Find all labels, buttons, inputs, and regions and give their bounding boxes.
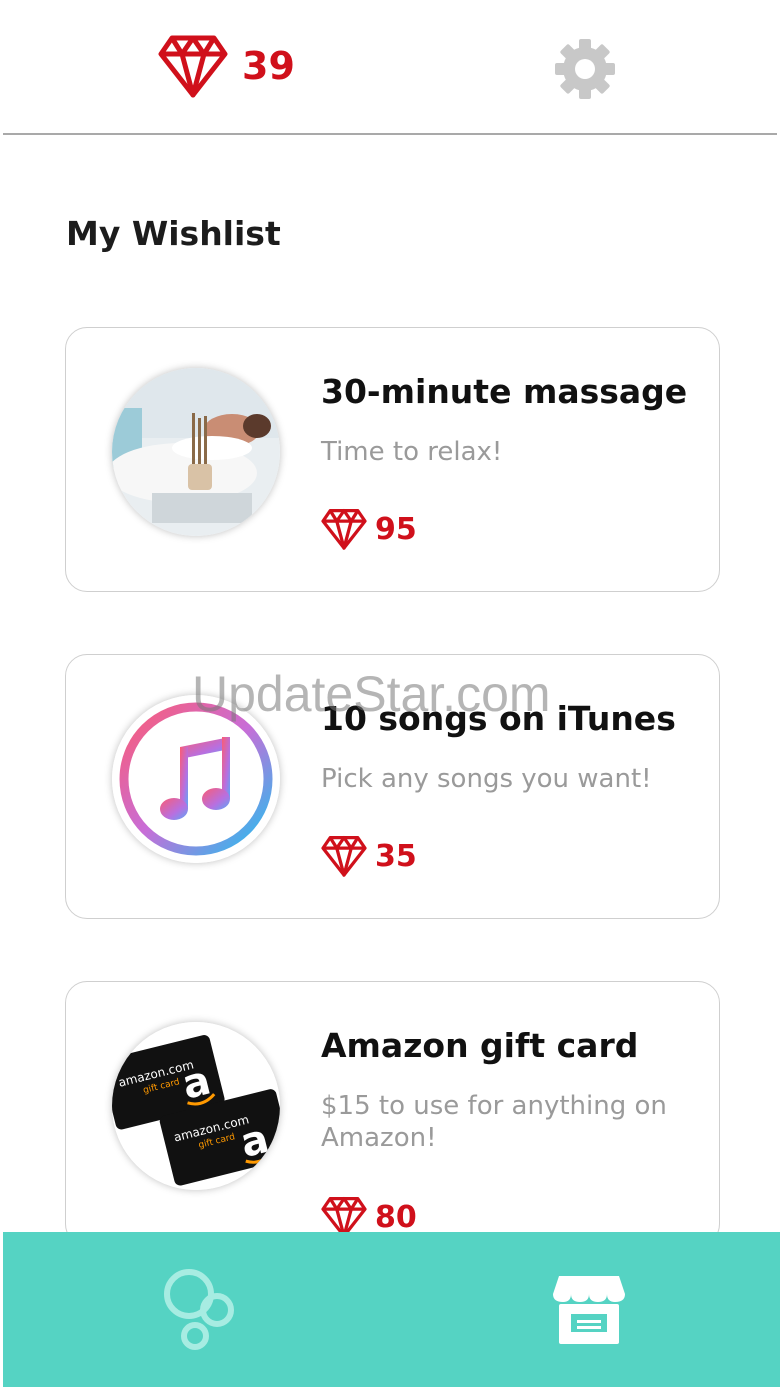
gem-icon [321,508,367,550]
item-price: 95 [321,508,417,550]
massage-photo [112,368,280,536]
item-price: 80 [321,1196,417,1232]
watermark-text: UpdateStar.com [192,666,551,722]
wishlist-item-amazon[interactable]: amazon.com gift card a amazon.com gift c… [65,981,720,1232]
item-price: 35 [321,835,417,877]
item-description: Time to relax! [321,437,503,467]
nav-goals-button[interactable] [161,1266,241,1356]
item-description: Pick any songs you want! [321,764,652,794]
wishlist[interactable]: My Wishlist 30-minute massage Time to re… [0,0,780,1232]
store-icon [553,1276,625,1344]
app-screen: 39 My Wishlist 30-minute massage Time to… [0,0,780,1387]
item-title: Amazon gift card [321,1026,639,1065]
gem-icon [321,835,367,877]
price-value: 95 [375,511,417,547]
price-value: 35 [375,838,417,874]
gem-icon [321,1196,367,1232]
wishlist-item-massage[interactable]: 30-minute massage Time to relax! 95 [65,327,720,592]
nav-store-button[interactable] [551,1274,627,1346]
bubbles-icon [164,1269,234,1350]
bottom-nav [3,1232,780,1387]
item-title: 30-minute massage [321,372,688,411]
price-value: 80 [375,1199,417,1233]
item-description: $15 to use for anything on Amazon! [321,1091,667,1153]
amazon-gift-cards: amazon.com gift card a amazon.com gift c… [112,1022,280,1190]
page-title: My Wishlist [66,214,281,253]
